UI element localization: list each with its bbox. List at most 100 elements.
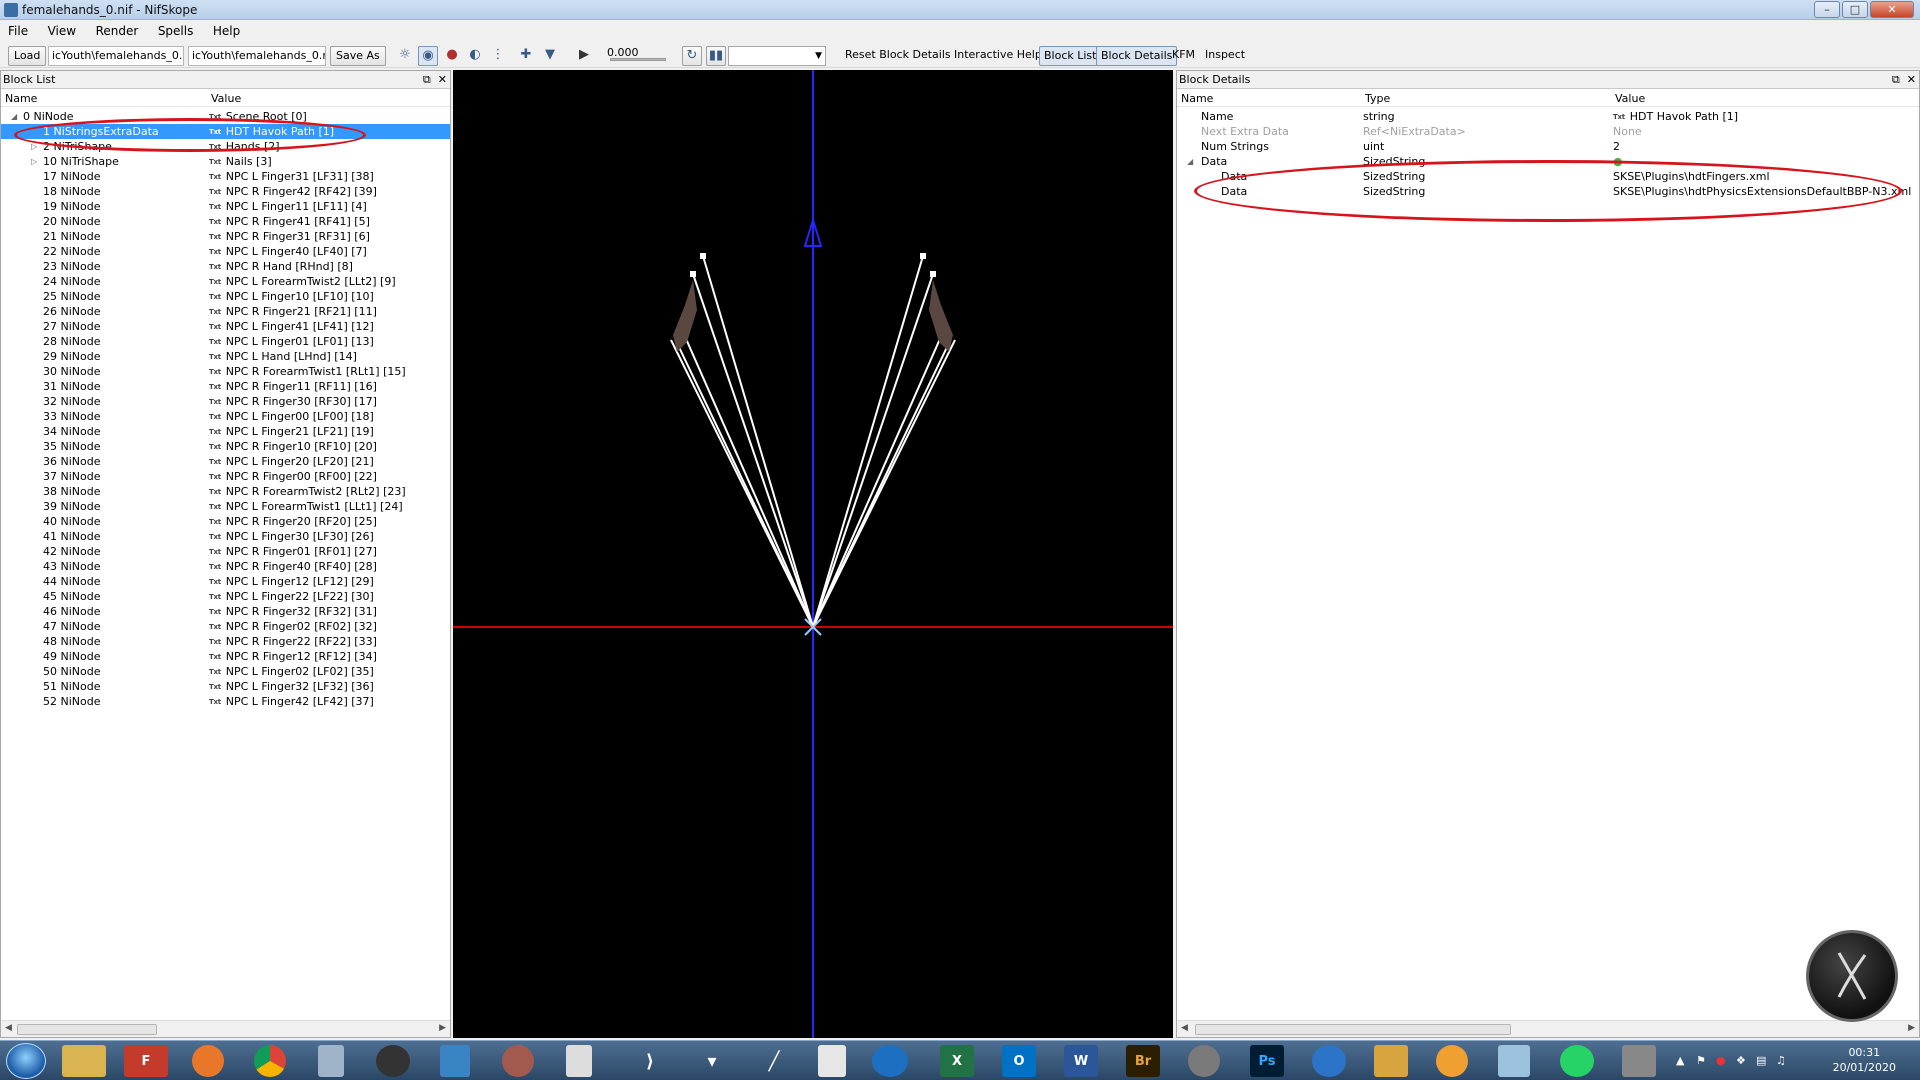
- block-list-row[interactable]: 29 NiNode Txt NPC L Hand [LHnd] [14]: [1, 349, 450, 364]
- block-list-row[interactable]: 21 NiNode Txt NPC R Finger31 [RF31] [6]: [1, 229, 450, 244]
- undock-icon[interactable]: ⧉: [1892, 73, 1900, 86]
- outlook-icon[interactable]: O: [1002, 1045, 1036, 1077]
- tools-app-icon[interactable]: [1188, 1045, 1220, 1077]
- view-flight-icon[interactable]: ◉: [418, 46, 438, 66]
- block-list-row[interactable]: 25 NiNode Txt NPC L Finger10 [LF10] [10]: [1, 289, 450, 304]
- block-list-row[interactable]: 20 NiNode Txt NPC R Finger41 [RF41] [5]: [1, 214, 450, 229]
- block-list-row[interactable]: 18 NiNode Txt NPC R Finger42 [RF42] [39]: [1, 184, 450, 199]
- loop-icon[interactable]: ↻: [682, 46, 702, 66]
- block-list-row[interactable]: 50 NiNode Txt NPC L Finger02 [LF02] [35]: [1, 664, 450, 679]
- scroll-left-icon[interactable]: ◀: [5, 1023, 12, 1033]
- field-value-cell[interactable]: Txt HDT Havok Path [1]: [1613, 109, 1917, 125]
- block-list-row[interactable]: 34 NiNode Txt NPC L Finger21 [LF21] [19]: [1, 424, 450, 439]
- field-value-cell[interactable]: ●: [1613, 154, 1917, 169]
- play-icon[interactable]: ▶: [574, 46, 594, 66]
- block-list-row[interactable]: 48 NiNode Txt NPC R Finger22 [RF22] [33]: [1, 634, 450, 649]
- block-list-row[interactable]: 49 NiNode Txt NPC R Finger12 [RF12] [34]: [1, 649, 450, 664]
- close-panel-icon[interactable]: ✕: [1907, 73, 1916, 86]
- block-list-row[interactable]: 23 NiNode Txt NPC R Hand [RHnd] [8]: [1, 259, 450, 274]
- animation-sequence-select[interactable]: ▼: [728, 46, 826, 66]
- system-clock[interactable]: 00:31 20/01/2020: [1833, 1045, 1896, 1075]
- chrome-icon[interactable]: [254, 1045, 286, 1077]
- block-list-row[interactable]: 33 NiNode Txt NPC L Finger00 [LF00] [18]: [1, 409, 450, 424]
- block-list-row[interactable]: ▷ 2 NiTriShape Txt Hands [2]: [1, 139, 450, 154]
- block-list-row[interactable]: 46 NiNode Txt NPC R Finger32 [RF32] [31]: [1, 604, 450, 619]
- scroll-right-icon[interactable]: ▶: [439, 1023, 446, 1033]
- render-viewport[interactable]: [453, 70, 1173, 1038]
- column-header-value[interactable]: Value: [1611, 90, 1645, 107]
- window-app-icon[interactable]: [818, 1045, 846, 1077]
- scroll-right-icon[interactable]: ▶: [1908, 1023, 1915, 1033]
- close-panel-icon[interactable]: ✕: [438, 73, 447, 86]
- reset-block-details-button[interactable]: Reset Block Details: [842, 46, 954, 66]
- block-list-row[interactable]: 17 NiNode Txt NPC L Finger31 [LF31] [38]: [1, 169, 450, 184]
- show-hidden-icons-icon[interactable]: ▲: [1676, 1054, 1684, 1067]
- undock-icon[interactable]: ⧉: [423, 73, 431, 86]
- block-list-row[interactable]: 45 NiNode Txt NPC L Finger22 [LF22] [30]: [1, 589, 450, 604]
- save-path-field[interactable]: icYouth\femalehands_0.nif: [188, 46, 326, 66]
- view-axes-icon[interactable]: ✚: [516, 46, 536, 66]
- close-button[interactable]: ✕: [1870, 1, 1914, 18]
- scrollbar-thumb[interactable]: [17, 1024, 157, 1035]
- block-list-row[interactable]: 27 NiNode Txt NPC L Finger41 [LF41] [12]: [1, 319, 450, 334]
- start-orb-icon[interactable]: [6, 1043, 46, 1079]
- column-header-type[interactable]: Type: [1361, 90, 1390, 107]
- block-list-row[interactable]: 24 NiNode Txt NPC L ForearmTwist2 [LLt2] […: [1, 274, 450, 289]
- document-icon[interactable]: [566, 1045, 592, 1077]
- browser-app-icon[interactable]: [1312, 1045, 1346, 1077]
- network-icon[interactable]: ▤: [1756, 1054, 1766, 1067]
- block-list-row[interactable]: 30 NiNode Txt NPC R ForearmTwist1 [RLt1] […: [1, 364, 450, 379]
- creation-kit-icon[interactable]: [376, 1045, 410, 1077]
- block-list-row[interactable]: 31 NiNode Txt NPC R Finger11 [RF11] [16]: [1, 379, 450, 394]
- firefox-icon[interactable]: [192, 1045, 224, 1077]
- dropbox-icon[interactable]: ❖: [1736, 1054, 1746, 1067]
- block-list-row[interactable]: 42 NiNode Txt NPC R Finger01 [RF01] [27]: [1, 544, 450, 559]
- puzzle-app-icon[interactable]: [1374, 1045, 1408, 1077]
- column-header-value[interactable]: Value: [207, 90, 241, 107]
- flag-icon[interactable]: ⚑: [1696, 1054, 1706, 1067]
- f-app-icon[interactable]: F: [124, 1045, 168, 1077]
- block-details-row[interactable]: Next Extra Data Ref<NiExtraData> None: [1177, 124, 1919, 139]
- block-details-row[interactable]: Data SizedString SKSE\Plugins\hdtFingers.x…: [1177, 169, 1919, 184]
- block-list-row[interactable]: 22 NiNode Txt NPC L Finger40 [LF40] [7]: [1, 244, 450, 259]
- mcafee-icon[interactable]: ●: [1716, 1054, 1726, 1067]
- view-options-dropdown-icon[interactable]: ▼: [540, 46, 560, 66]
- field-value-cell[interactable]: 2: [1613, 139, 1917, 154]
- column-header-name[interactable]: Name: [1, 90, 37, 107]
- block-list-row[interactable]: 40 NiNode Txt NPC R Finger20 [RF20] [25]: [1, 514, 450, 529]
- inspect-button[interactable]: Inspect: [1202, 46, 1248, 66]
- view-lighting-icon[interactable]: ◐: [465, 46, 485, 66]
- collapse-arrow-icon[interactable]: ◢: [11, 109, 17, 124]
- block-list-row[interactable]: 1 NiStringsExtraData Txt HDT Havok Path [1…: [1, 124, 450, 139]
- pen-tool-icon[interactable]: ╱: [752, 1045, 796, 1077]
- mail-app-icon[interactable]: [872, 1045, 908, 1077]
- view-walk-icon[interactable]: ☼: [395, 46, 415, 66]
- load-button[interactable]: Load: [8, 46, 47, 66]
- block-details-horizontal-scrollbar[interactable]: ◀ ▶: [1177, 1020, 1919, 1037]
- minimize-button[interactable]: –: [1814, 1, 1840, 18]
- excel-icon[interactable]: X: [940, 1045, 974, 1077]
- block-list-row[interactable]: 19 NiNode Txt NPC L Finger11 [LF11] [4]: [1, 199, 450, 214]
- bracket-app-icon[interactable]: ⟩: [628, 1045, 672, 1077]
- maximize-button[interactable]: □: [1842, 1, 1868, 18]
- menu-spells[interactable]: Spells: [150, 21, 202, 38]
- globe-app-icon[interactable]: [502, 1045, 534, 1077]
- block-list-row[interactable]: 36 NiNode Txt NPC L Finger20 [LF20] [21]: [1, 454, 450, 469]
- animation-slider[interactable]: [610, 58, 666, 61]
- bridge-icon[interactable]: Br: [1126, 1045, 1160, 1077]
- block-list-row[interactable]: 52 NiNode Txt NPC L Finger42 [LF42] [37]: [1, 694, 450, 709]
- column-header-name[interactable]: Name: [1177, 90, 1213, 107]
- field-value-cell[interactable]: SKSE\Plugins\hdtPhysicsExtensionsDefault…: [1613, 184, 1917, 199]
- menu-render[interactable]: Render: [88, 21, 147, 38]
- block-list-row[interactable]: 43 NiNode Txt NPC R Finger40 [RF40] [28]: [1, 559, 450, 574]
- block-details-row[interactable]: ◢ Data SizedString ●: [1177, 154, 1919, 169]
- volume-icon[interactable]: ♫: [1776, 1054, 1786, 1067]
- block-list-row[interactable]: 38 NiNode Txt NPC R ForearmTwist2 [RLt2] […: [1, 484, 450, 499]
- whatsapp-icon[interactable]: [1560, 1045, 1594, 1077]
- kfm-button[interactable]: KFM: [1169, 46, 1198, 66]
- expand-arrow-icon[interactable]: ▷: [31, 139, 37, 154]
- notes-app-icon[interactable]: [1498, 1045, 1530, 1077]
- block-list-row[interactable]: 51 NiNode Txt NPC L Finger32 [LF32] [36]: [1, 679, 450, 694]
- block-details-row[interactable]: Data SizedString SKSE\Plugins\hdtPhysicsEx…: [1177, 184, 1919, 199]
- block-list-row[interactable]: 26 NiNode Txt NPC R Finger21 [RF21] [11]: [1, 304, 450, 319]
